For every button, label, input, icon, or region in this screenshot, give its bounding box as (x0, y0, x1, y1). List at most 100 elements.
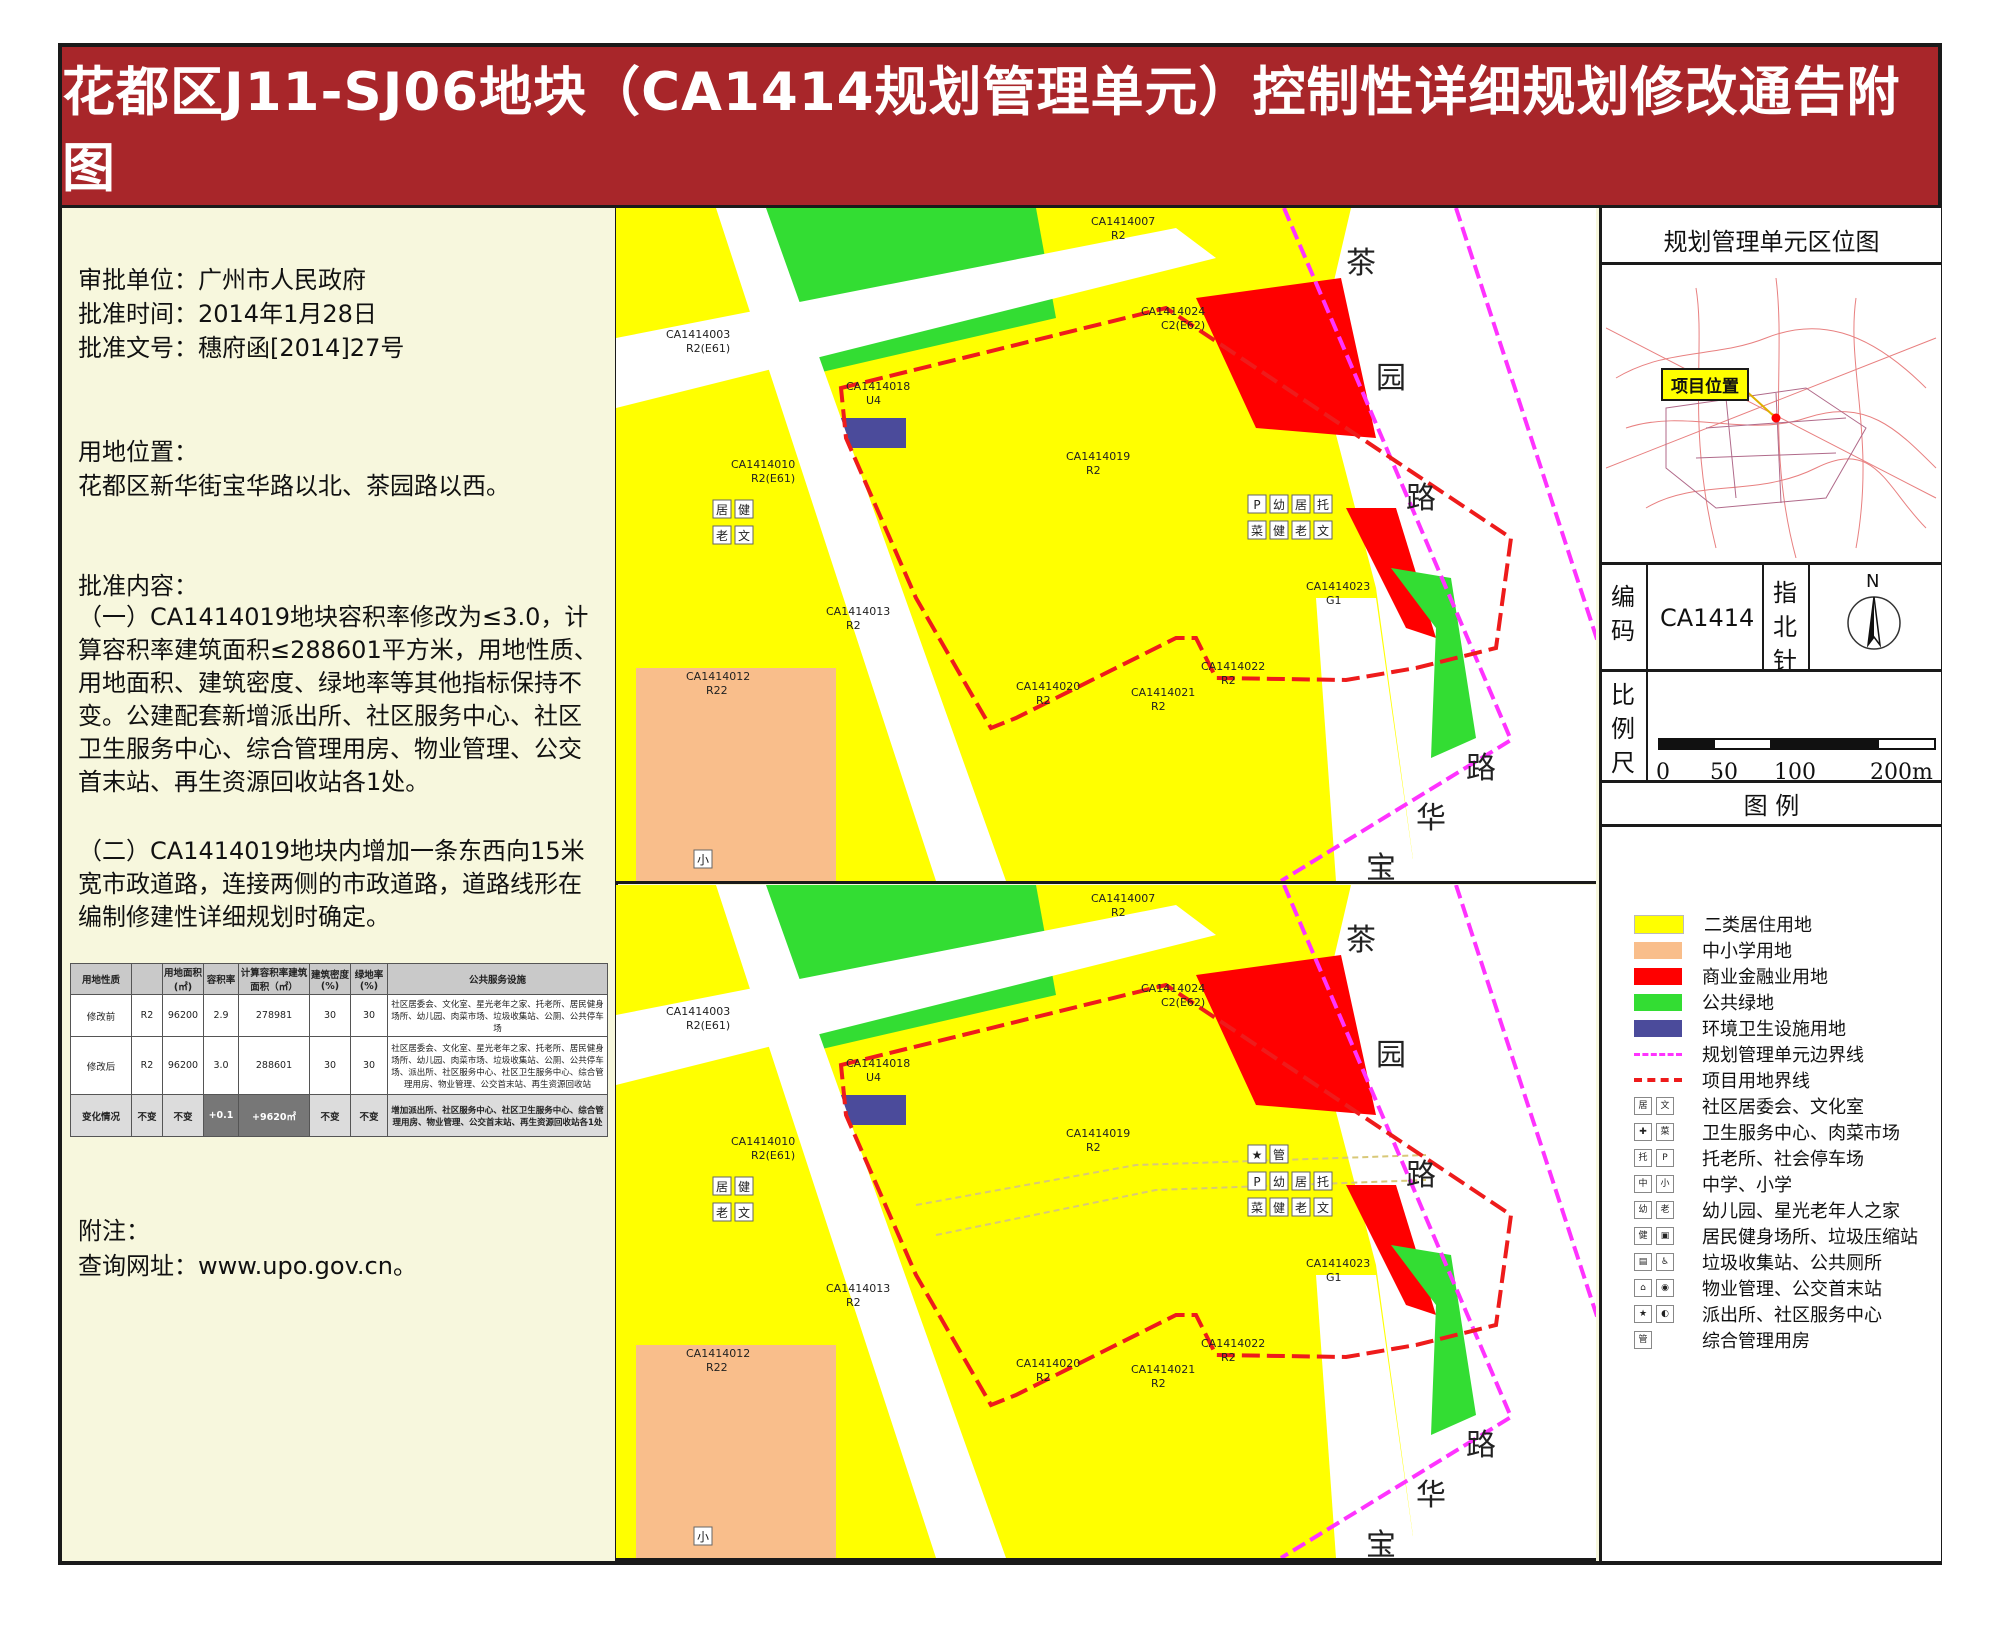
legend-label: 幼儿园、星光老年人之家 (1702, 1201, 1900, 1222)
info-panel: 审批单位：广州市人民政府 批准时间：2014年1月28日 批准文号：穗府函[20… (62, 208, 618, 1561)
parcel-code-CA1414021: CA1414021 (1131, 686, 1195, 699)
table-cell-facilities: 社区居委会、文化室、星光老年之家、托老所、居民健身场所、幼儿园、肉菜市场、垃圾收… (387, 994, 608, 1037)
committee-icon: 居 (1634, 1097, 1652, 1115)
table-cell: 96200 (162, 994, 204, 1037)
legend-swatch-sanitation (1634, 1019, 1682, 1037)
road-label-chayuan-3: 路 (1406, 1158, 1436, 1193)
approval-doc: 批准文号：穗府函[2014]27号 (78, 334, 405, 362)
code-label: 编码 (1611, 583, 1635, 645)
parking-icon: P (1656, 1149, 1674, 1167)
table-cell: 96200 (162, 1036, 204, 1095)
table-header: 绿地率(%) (350, 963, 388, 995)
right-panel: 规划管理单元区位图 项目位置 编码 CA1414 指北针 N 比例尺 0 50 … (1599, 208, 1941, 1561)
service-center-icon: ◐ (1656, 1305, 1674, 1323)
legend-label: 环境卫生设施用地 (1702, 1019, 1846, 1040)
road-label-baohua-1: 宝 (1366, 1528, 1396, 1558)
facility-010-icon: 居 (716, 503, 728, 517)
market-icon: 菜 (1656, 1123, 1674, 1141)
legend-label: 中小学用地 (1702, 941, 1792, 962)
parcel-use-CA1414022: R2 (1221, 1351, 1236, 1364)
health-center-icon: ✚ (1634, 1123, 1652, 1141)
parcel-use-CA1414023: G1 (1326, 1271, 1342, 1284)
middle-school-icon: 中 (1634, 1175, 1652, 1193)
parcel-use-CA1414019: R2 (1086, 464, 1101, 477)
parcel-use-CA1414010: R2(E61) (751, 1149, 795, 1162)
culture-room-icon: 文 (1656, 1097, 1674, 1115)
table-cell: +9620㎡ (238, 1094, 310, 1137)
table-cell: R2 (131, 994, 163, 1037)
divider (1602, 669, 1941, 672)
road-label-chayuan-1: 茶 (1346, 246, 1376, 281)
parcel-code-CA1414012: CA1414012 (686, 1347, 750, 1360)
road-label-baohua-1: 宝 (1366, 851, 1396, 881)
facility-019-icon: 菜 (1251, 1201, 1263, 1215)
facility-019-icon: 老 (1295, 524, 1307, 538)
table-header: 容积率 (203, 963, 239, 995)
parcel-use-CA1414013: R2 (846, 1296, 861, 1309)
parcel-code-CA1414010: CA1414010 (731, 458, 795, 471)
table-header: 计算容积率建筑面积（㎡） (238, 963, 310, 995)
table-cell: 30 (309, 1036, 351, 1095)
table-cell: R2 (131, 1036, 163, 1095)
location-text: 花都区新华街宝华路以北、茶园路以西。 (78, 472, 510, 500)
parcel-use-CA1414010: R2(E61) (751, 472, 795, 485)
road-label-chayuan-2: 园 (1376, 361, 1406, 396)
map-after: 茶 园 路 宝 华 路 CA1414007 R2 CA1414003 R2(E61) C… (616, 885, 1596, 1561)
legend-label: 中学、小学 (1702, 1175, 1792, 1196)
table-header: 用地面积(㎡) (162, 963, 204, 995)
divider (1602, 562, 1941, 565)
parcel-code-CA1414007: CA1414007 (1091, 215, 1155, 228)
garbage-station-icon: ▤ (1634, 1253, 1652, 1271)
table-header-corner: 用地性质 (70, 963, 132, 995)
facility-019-icon: P (1253, 498, 1260, 512)
table-row: 修改前 R2 96200 2.9 278981 30 30 社区居委会、文化室、… (70, 994, 608, 1037)
parcel-use-CA1414019: R2 (1086, 1141, 1101, 1154)
toilet-icon: ♿ (1656, 1253, 1674, 1271)
legend-label: 综合管理用房 (1702, 1331, 1810, 1352)
table-row: 修改后 R2 96200 3.0 288601 30 30 社区居委会、文化室、… (70, 1036, 608, 1095)
legend-label: 社区居委会、文化室 (1702, 1097, 1864, 1118)
legend-unit-boundary-line (1634, 1052, 1682, 1056)
row-label: 修改前 (70, 994, 132, 1037)
table-cell: 30 (350, 1036, 388, 1095)
location-map: 项目位置 (1606, 268, 1937, 558)
facility-019-icon: 健 (1273, 1201, 1285, 1215)
kindergarten-icon: 幼 (1634, 1201, 1652, 1219)
parcel-code-CA1414018: CA1414018 (846, 1057, 910, 1070)
map-before: 茶 园 路 宝 华 路 CA1414007 R2 CA1414003 R2(E61) C… (616, 208, 1596, 884)
table-cell: 不变 (162, 1094, 204, 1137)
parcel-use-CA1414021: R2 (1151, 1377, 1166, 1390)
location-label: 用地位置： (78, 438, 198, 466)
table-cell: 288601 (238, 1036, 310, 1095)
facility-019-icon: 健 (1273, 524, 1285, 538)
facility-010-icon: 健 (738, 1180, 750, 1194)
legend-item: 居文 社区居委会、文化室 (1634, 1095, 1864, 1118)
school-icon: 小 (697, 853, 709, 867)
page-title: 花都区J11-SJ06地块（CA1414规划管理单元）控制性详细规划修改通告附图 (62, 62, 1901, 199)
compression-station-icon: ▣ (1656, 1227, 1674, 1245)
road-label-baohua-3: 路 (1466, 751, 1496, 786)
table-cell: 278981 (238, 994, 310, 1037)
road-label-chayuan-3: 路 (1406, 481, 1436, 516)
parcel-code-CA1414013: CA1414013 (826, 1282, 890, 1295)
facility-019-icon: 幼 (1273, 1175, 1285, 1189)
road-label-chayuan-2: 园 (1376, 1038, 1406, 1073)
facility-019-icon: 老 (1295, 1201, 1307, 1215)
facility-019-icon: 托 (1317, 1175, 1329, 1189)
facility-010-icon: 老 (716, 529, 728, 543)
legend-label: 物业管理、公交首末站 (1702, 1279, 1882, 1300)
approval-unit: 审批单位：广州市人民政府 (78, 266, 366, 294)
row-label: 变化情况 (70, 1094, 132, 1137)
facility-019-icon: 文 (1317, 523, 1329, 538)
parcel-code-CA1414024: CA1414024 (1141, 305, 1205, 318)
content-label: 批准内容： (78, 572, 198, 600)
legend-item: 幼老 幼儿园、星光老年人之家 (1634, 1199, 1900, 1222)
road-label-chayuan-1: 茶 (1346, 923, 1376, 958)
legend-swatch-school (1634, 941, 1682, 959)
table-header-row: 用地性质 用地面积(㎡) 容积率 计算容积率建筑面积（㎡） 建筑密度(%) 绿地… (70, 963, 608, 995)
parcel-use-CA1414007: R2 (1111, 229, 1126, 242)
parcel-code-CA1414019: CA1414019 (1066, 450, 1130, 463)
facility-019-icon: 菜 (1251, 524, 1263, 538)
code-divider-1 (1646, 565, 1648, 669)
legend-title: 图 例 (1743, 792, 1800, 820)
